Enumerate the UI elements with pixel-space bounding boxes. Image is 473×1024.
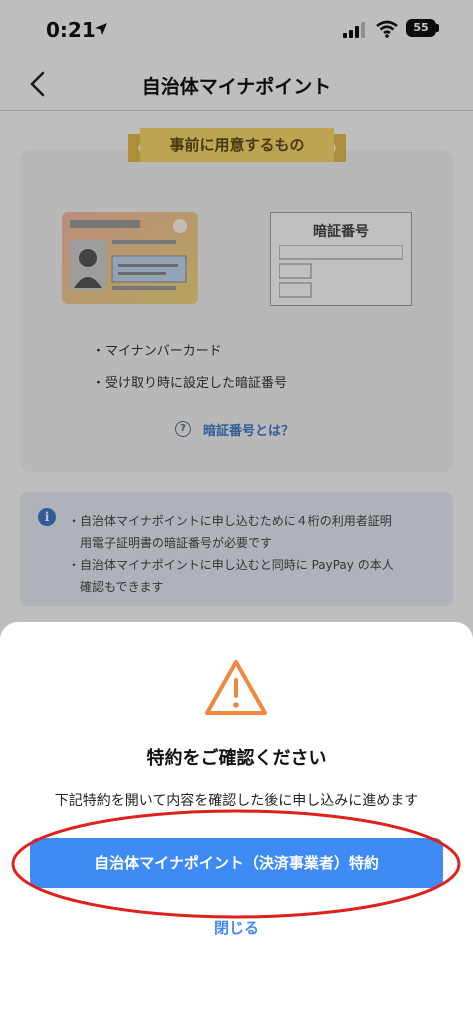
terms-button[interactable]: 自治体マイナポイント（決済事業者）特約 (30, 838, 443, 888)
close-button[interactable]: 閉じる (0, 917, 473, 938)
sheet-title: 特約をご確認ください (146, 748, 327, 769)
warning-icon (205, 660, 267, 715)
sheet-description: 下記特約を開いて内容を確認した後に申し込みに進めます (54, 793, 419, 809)
